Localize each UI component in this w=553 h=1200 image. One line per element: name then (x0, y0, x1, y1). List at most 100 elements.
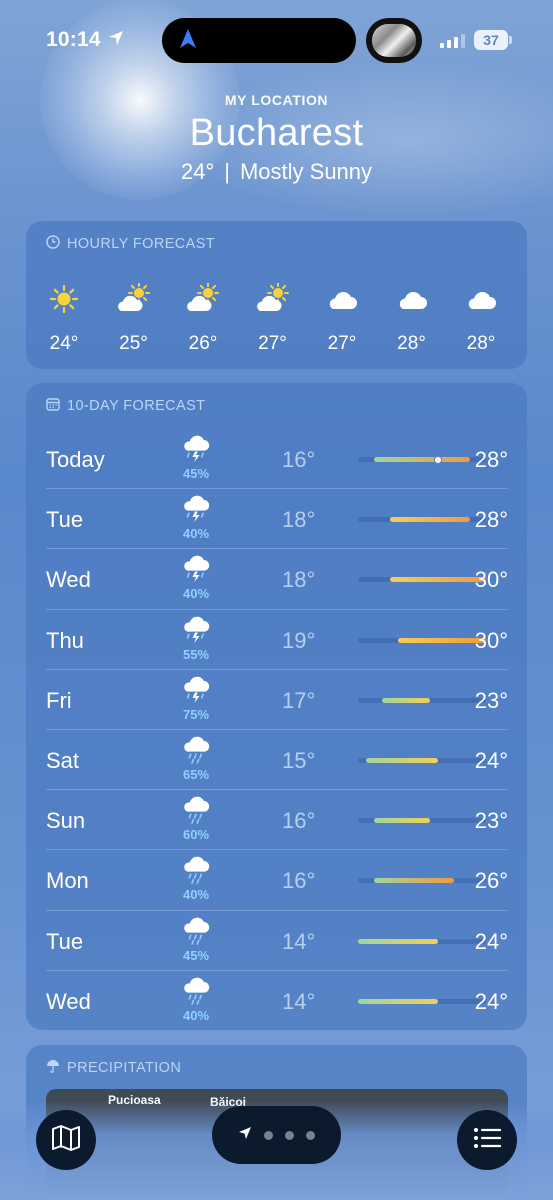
hourly-forecast-card[interactable]: HOURLY FORECAST 24° 25° 26° 27° 27° 28° 28° (26, 221, 527, 369)
locations-list-button[interactable] (457, 1110, 517, 1170)
location-label: MY LOCATION (224, 92, 329, 108)
daily-forecast-row[interactable]: Tue 40% 18° 28° (46, 489, 508, 549)
status-time: 10:14 (46, 28, 101, 51)
daily-forecast-row[interactable]: Tue 45% 14° 24° (46, 911, 508, 971)
day-label: Wed (46, 567, 91, 593)
battery-cap (509, 36, 512, 44)
temperature-range-bar (358, 998, 486, 1004)
temperature-range-bar (358, 938, 486, 944)
current-location-arrow-icon (238, 1126, 252, 1145)
clock-icon (46, 235, 60, 253)
cloud-icon (384, 283, 440, 315)
live-activity-thumbnail[interactable] (366, 18, 422, 63)
low-temperature: 16° (282, 808, 316, 834)
daily-weather: 45% (176, 915, 216, 963)
hourly-temperature: 28° (466, 333, 496, 354)
daily-weather: 40% (176, 975, 216, 1023)
hourly-item: 26° (175, 283, 231, 355)
day-label: Thu (46, 627, 84, 653)
low-temperature: 14° (282, 928, 316, 954)
high-temperature: 23° (474, 687, 508, 713)
thunderstorm-icon (176, 493, 216, 528)
daily-forecast-row[interactable]: Sun 60% 16° 23° (46, 790, 508, 850)
daily-forecast-row[interactable]: Mon 40% 16° 26° (46, 850, 508, 910)
rain-icon (176, 915, 216, 950)
high-temperature: 24° (474, 988, 508, 1014)
battery-indicator: 37 (474, 30, 508, 50)
precip-chance: 45% (182, 947, 210, 963)
current-temperature-marker (434, 455, 442, 464)
temperature-range-fill (358, 938, 438, 944)
page-indicator[interactable] (212, 1106, 341, 1164)
high-temperature: 30° (474, 567, 508, 593)
navigation-arrow-icon (178, 28, 198, 55)
low-temperature: 18° (282, 567, 316, 593)
day-label: Fri (46, 687, 72, 713)
low-temperature: 18° (282, 507, 316, 533)
high-temperature: 28° (474, 507, 508, 533)
temperature-range-bar (358, 758, 486, 763)
day-label: Tue (46, 507, 84, 533)
hourly-temperature: 24° (49, 333, 79, 354)
rain-icon (176, 734, 216, 769)
daily-forecast-row[interactable]: Thu 55% 19° 30° (46, 610, 508, 670)
thunderstorm-icon (176, 433, 216, 468)
hourly-forecast-title: HOURLY FORECAST (46, 235, 215, 253)
hourly-temperature: 26° (188, 333, 218, 354)
thunderstorm-icon (176, 614, 216, 649)
temperature-range-bar (358, 637, 486, 643)
high-temperature: 23° (474, 808, 508, 834)
day-label: Tue (46, 928, 84, 954)
sun-icon (36, 283, 92, 315)
temperature-range-bar (358, 818, 486, 824)
thunderstorm-icon (176, 553, 216, 588)
temperature-range-bar (358, 697, 486, 703)
day-label: Sun (46, 808, 86, 834)
high-temperature: 24° (474, 928, 508, 954)
precip-chance: 55% (182, 646, 210, 662)
thunderstorm-icon (176, 674, 216, 709)
precip-chance: 45% (182, 466, 210, 481)
temperature-range-fill (366, 758, 438, 763)
low-temperature: 19° (282, 627, 316, 653)
daily-weather: 60% (176, 794, 216, 842)
map-icon (51, 1124, 81, 1157)
daily-forecast-row[interactable]: Fri 75% 17° 23° (46, 670, 508, 730)
page-dot[interactable] (306, 1130, 315, 1140)
hourly-temperature: 28° (397, 333, 426, 354)
precip-chance: 40% (182, 526, 210, 542)
calendar-icon (46, 397, 60, 415)
cellular-signal-icon (440, 32, 465, 48)
high-temperature: 26° (474, 868, 508, 894)
day-label: Mon (46, 868, 89, 894)
page-dot[interactable] (285, 1130, 294, 1140)
temperature-range-bar (358, 577, 486, 583)
daily-weather: 40% (176, 553, 216, 601)
hourly-item: 28° (384, 283, 440, 355)
location-header: MY LOCATION Bucharest 24° | Mostly Sunny (0, 92, 553, 185)
ten-day-forecast-title: 10-DAY FORECAST (46, 397, 205, 415)
map-button[interactable] (36, 1110, 96, 1170)
ten-day-forecast-card[interactable]: 10-DAY FORECAST Today 45% 16° 28° Tue 40% 18° 2… (26, 383, 527, 1030)
temperature-range-fill (358, 998, 438, 1004)
daily-forecast-row[interactable]: Wed 40% 14° 24° (46, 971, 508, 1031)
hourly-temperature: 25° (119, 333, 148, 354)
daily-forecast-row[interactable]: Wed 40% 18° 30° (46, 549, 508, 609)
precip-chance: 40% (182, 887, 210, 903)
day-label: Today (46, 447, 105, 472)
page-dot[interactable] (264, 1130, 273, 1140)
precip-chance: 40% (182, 586, 210, 602)
status-bar: 10:14 37 (0, 0, 553, 80)
hourly-item: 27° (314, 283, 370, 355)
current-temperature: 24° (180, 159, 215, 184)
hourly-title-text: HOURLY FORECAST (67, 236, 216, 252)
daily-weather: 40% (176, 854, 216, 902)
cloud-icon (314, 283, 370, 315)
condition-text: Mostly Sunny (239, 159, 373, 184)
high-temperature: 30° (474, 627, 508, 653)
low-temperature: 14° (282, 988, 316, 1014)
umbrella-icon (46, 1059, 60, 1077)
cloud-icon (453, 283, 509, 315)
daily-forecast-row[interactable]: Sat 65% 15° 24° (46, 730, 508, 790)
daily-forecast-row[interactable]: Today 45% 16° 28° (46, 429, 508, 489)
